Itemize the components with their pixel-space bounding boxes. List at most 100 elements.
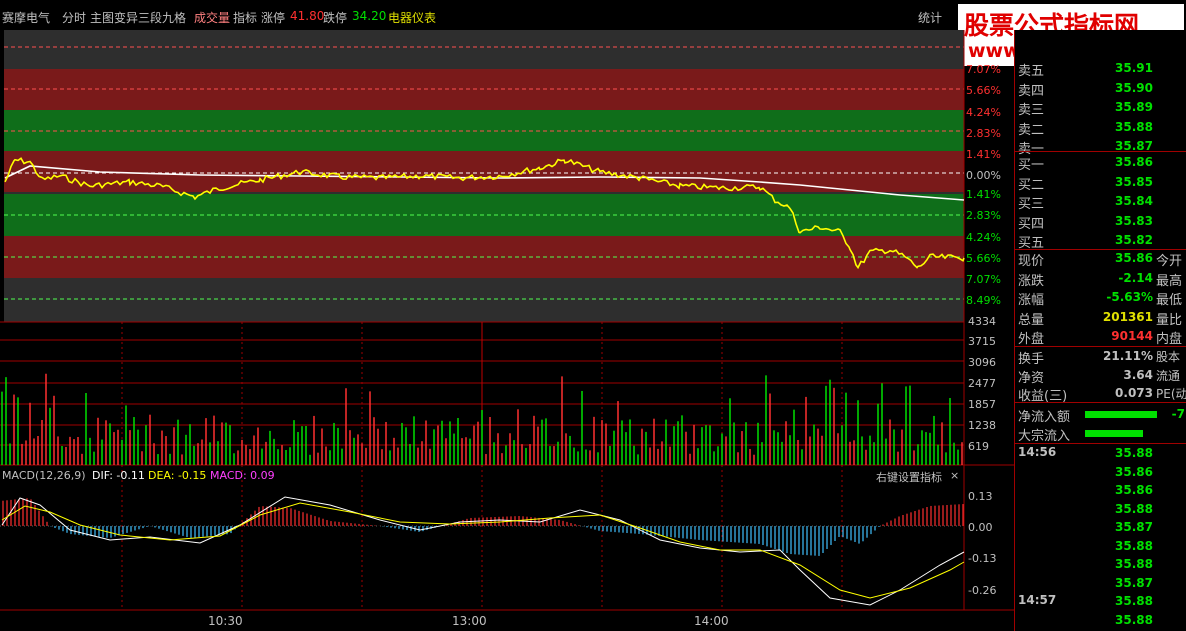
volume-axis-label: 1238 [968, 419, 996, 432]
buy-level-label: 买一 [1018, 158, 1045, 173]
macd-histogram [2, 498, 964, 556]
sell-level-label: 卖三 [1018, 103, 1045, 118]
tick-price: 35.88 [1115, 538, 1153, 553]
volume-axis-label: 2477 [968, 377, 996, 390]
buy-level-price[interactable]: 35.83 [1103, 214, 1153, 228]
flow-label: 净流入额 [1018, 410, 1071, 425]
quote-extra-label: 量比 [1156, 312, 1183, 328]
quote-extra-label: 今开 [1156, 254, 1183, 269]
macd-axis-label: -0.13 [968, 552, 997, 565]
dif-line [1, 496, 965, 606]
macd-axis-label: -0.26 [968, 584, 997, 597]
quote-value: 201361 [1102, 309, 1153, 324]
sell-level-label: 卖五 [1018, 64, 1045, 79]
price-axis-label: 5.66% [966, 252, 1001, 265]
tick-price: 35.86 [1115, 464, 1153, 479]
flow-label: 大宗流入 [1018, 429, 1071, 444]
divider [1015, 402, 1186, 403]
sell-level-price[interactable]: 35.90 [1103, 81, 1153, 95]
tick-price: 35.88 [1115, 557, 1153, 571]
macd-dea: DEA: -0.15 [148, 469, 207, 482]
price-axis-label: 1.41% [966, 148, 1001, 161]
stat-extra-label: 流通 [1156, 368, 1181, 383]
tick-price: 35.86 [1115, 483, 1153, 497]
quote-value: -2.14 [1118, 270, 1153, 285]
flow-value: -7 [1171, 407, 1185, 421]
volume-axis-label: 1857 [968, 398, 996, 411]
tick-price: 35.87 [1115, 575, 1153, 590]
price-axis-label: 4.24% [966, 231, 1001, 244]
sell-level-price[interactable]: 35.91 [1103, 61, 1153, 75]
volume-axis-label: 4334 [968, 315, 996, 328]
price-axis-label: 1.41% [966, 188, 1001, 201]
stat-value: 21.11% [1103, 349, 1153, 363]
price-axis-label: 8.49% [966, 294, 1001, 307]
stat-extra-label: PE(动) [1156, 387, 1186, 401]
dea-line [1, 502, 965, 599]
sell-level-price[interactable]: 35.89 [1103, 100, 1153, 114]
buy-level-price[interactable]: 35.82 [1103, 233, 1153, 247]
quote-extra-label: 最高 [1156, 273, 1183, 289]
stat-value: 0.073 [1115, 386, 1153, 400]
tick-time: 14:56 [1018, 445, 1057, 459]
stat-value: 3.64 [1123, 367, 1153, 382]
divider [1015, 346, 1186, 347]
buy-level-label: 买四 [1018, 216, 1045, 232]
price-axis-label: 7.07% [966, 63, 1001, 76]
quote-value: 90144 [1111, 329, 1153, 343]
price-axis-label: 7.07% [966, 273, 1001, 286]
price-band [4, 151, 964, 192]
time-axis-label: 13:00 [452, 614, 487, 628]
buy-level-label: 买三 [1018, 197, 1045, 212]
volume-axis-label: 3096 [968, 356, 996, 369]
price-axis-label: 4.24% [966, 106, 1001, 119]
tick-price: 35.87 [1115, 520, 1153, 534]
price-axis-label: 0.00% [966, 169, 1001, 182]
macd-name[interactable]: MACD(12,26,9) [2, 469, 86, 482]
buy-level-price[interactable]: 35.84 [1103, 194, 1153, 208]
price-bands [0, 30, 964, 322]
stat-extra-label: 股本 [1156, 350, 1181, 364]
quote-label: 现价 [1018, 254, 1045, 269]
divider [1015, 151, 1186, 152]
quote-label: 涨跌 [1018, 273, 1045, 289]
flow-bar [1085, 411, 1157, 418]
price-axis-label: 2.83% [966, 127, 1001, 140]
price-axis-label: 5.66% [966, 84, 1001, 97]
tick-time: 14:57 [1018, 593, 1057, 607]
sell-level-label: 卖四 [1018, 83, 1045, 99]
time-axis-label: 14:00 [694, 614, 729, 628]
intraday-chart[interactable] [0, 0, 1014, 631]
buy-level-price[interactable]: 35.86 [1103, 155, 1153, 169]
quote-value: -5.63% [1106, 290, 1153, 304]
macd-axis-label: 0.13 [968, 490, 993, 503]
stat-label: 净资 [1018, 370, 1045, 386]
buy-level-label: 买二 [1018, 177, 1045, 193]
flow-bar [1085, 430, 1143, 437]
tick-price: 35.88 [1115, 446, 1153, 460]
buy-level-price[interactable]: 35.85 [1103, 175, 1153, 189]
stat-label: 换手 [1018, 352, 1045, 367]
price-axis-label: 2.83% [966, 209, 1001, 222]
quote-extra-label: 内盘 [1156, 332, 1183, 347]
tick-price: 35.88 [1115, 594, 1153, 608]
macd-close-icon[interactable]: × [950, 469, 959, 482]
left-margin [0, 30, 4, 322]
macd-settings[interactable]: 右键设置指标 [876, 469, 942, 485]
volume-axis-label: 619 [968, 440, 989, 453]
macd-dif: DIF: -0.11 [92, 469, 145, 482]
quote-extra-label: 最低 [1156, 293, 1183, 308]
quote-label: 涨幅 [1018, 293, 1045, 308]
macd-value: MACD: 0.09 [210, 469, 275, 482]
quote-label: 外盘 [1018, 332, 1045, 347]
sell-level-label: 卖二 [1018, 122, 1045, 138]
tick-price: 35.88 [1115, 612, 1153, 627]
quote-label: 总量 [1018, 312, 1045, 328]
macd-axis-label: 0.00 [968, 521, 993, 534]
sell-level-price[interactable]: 35.88 [1103, 120, 1153, 134]
quote-panel: 卖五 35.91 卖四 35.90 卖三 35.89 卖二 35.88 卖一 35.87 买一 35… [1014, 30, 1186, 631]
tick-price: 35.88 [1115, 501, 1153, 516]
quote-value: 35.86 [1115, 251, 1153, 265]
volume-axis-label: 3715 [968, 335, 996, 348]
time-axis-label: 10:30 [208, 614, 243, 628]
